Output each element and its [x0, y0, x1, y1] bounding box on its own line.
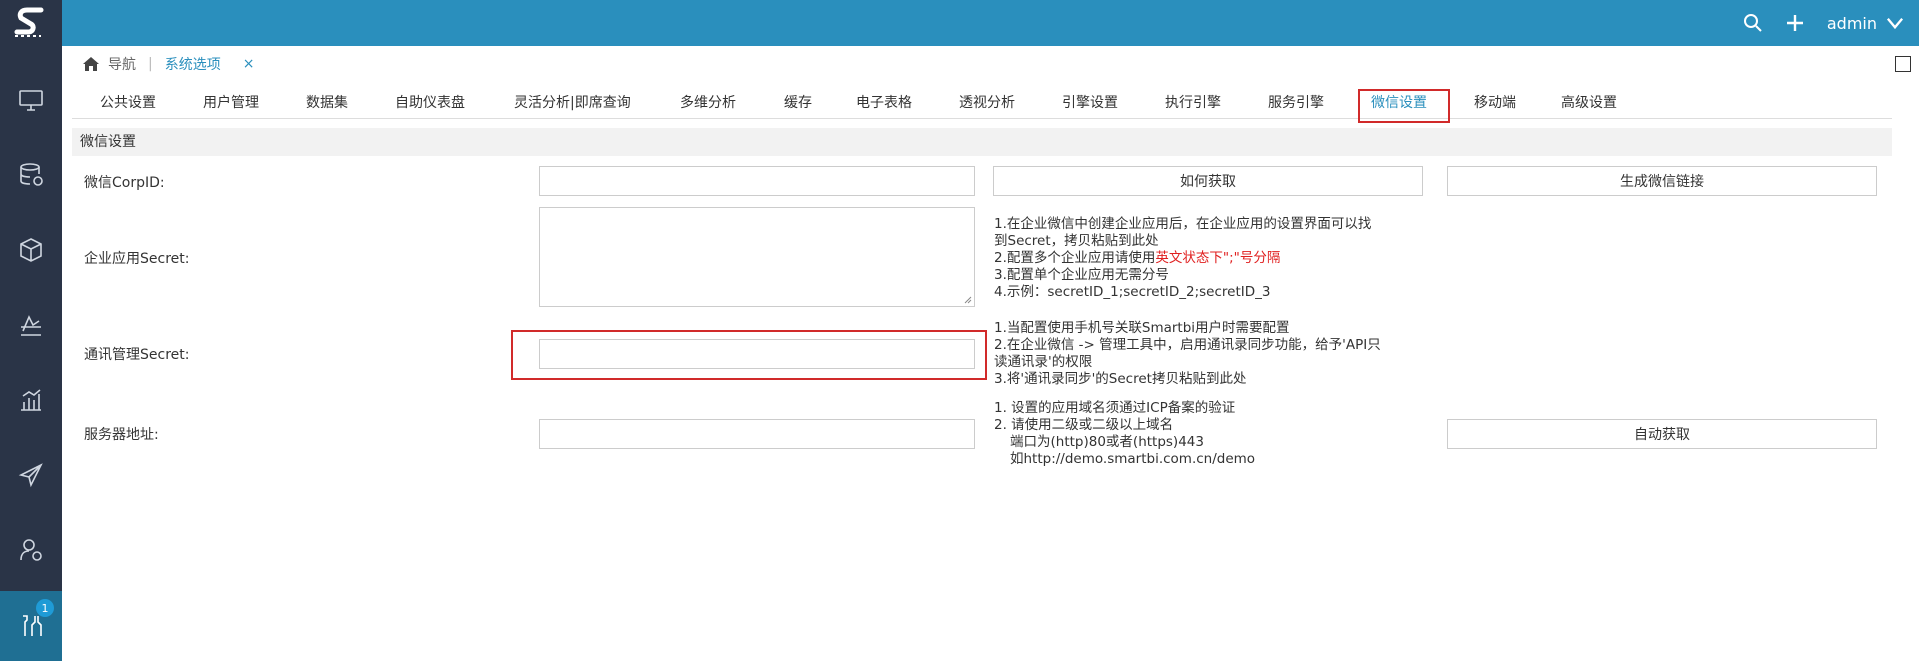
- bar-chart-icon[interactable]: [0, 370, 62, 430]
- tab-cache[interactable]: 缓存: [784, 88, 812, 118]
- logo-icon: [14, 7, 44, 37]
- home-icon[interactable]: [82, 56, 100, 72]
- database-icon[interactable]: [0, 145, 62, 205]
- notification-badge: 1: [36, 599, 54, 617]
- tab-advanced[interactable]: 高级设置: [1561, 88, 1617, 118]
- system-tools-icon[interactable]: 1: [0, 591, 62, 661]
- contact-secret-input[interactable]: [539, 339, 975, 369]
- chevron-down-icon: [1886, 17, 1904, 30]
- server-address-label: 服务器地址:: [84, 427, 159, 443]
- tab-engine-settings[interactable]: 引擎设置: [1062, 88, 1118, 118]
- username: admin: [1826, 13, 1877, 33]
- close-tab-icon[interactable]: ×: [243, 56, 255, 72]
- tab-mobile[interactable]: 移动端: [1474, 88, 1516, 118]
- app-secret-label: 企业应用Secret:: [84, 251, 190, 267]
- tab-service-engine[interactable]: 服务引擎: [1268, 88, 1324, 118]
- tab-public[interactable]: 公共设置: [100, 88, 156, 118]
- server-address-input[interactable]: [539, 419, 975, 449]
- auto-get-button[interactable]: 自动获取: [1447, 419, 1877, 449]
- corpid-input[interactable]: [539, 166, 975, 196]
- corpid-label: 微信CorpID:: [84, 175, 165, 191]
- breadcrumb: 导航 | 系统选项 ×: [82, 52, 254, 76]
- monitor-icon[interactable]: [0, 70, 62, 130]
- app-secret-textarea[interactable]: [539, 207, 975, 307]
- maximize-icon[interactable]: [1895, 56, 1911, 72]
- top-bar: admin: [62, 0, 1919, 46]
- user-settings-icon[interactable]: [0, 520, 62, 580]
- app-logo[interactable]: [0, 0, 62, 46]
- cube-icon[interactable]: [0, 220, 62, 280]
- tab-dashboard[interactable]: 自助仪表盘: [395, 88, 465, 118]
- sidebar: 1: [0, 0, 62, 661]
- how-to-get-button[interactable]: 如何获取: [993, 166, 1423, 196]
- app-secret-notes: 1.在企业微信中创建企业应用后，在企业应用的设置界面可以找 到Secret，拷贝…: [994, 216, 1372, 300]
- resize-handle-icon[interactable]: [964, 296, 972, 304]
- add-icon[interactable]: [1785, 13, 1805, 33]
- contact-secret-label: 通讯管理Secret:: [84, 347, 190, 363]
- tab-pivot[interactable]: 透视分析: [959, 88, 1015, 118]
- contact-secret-notes: 1.当配置使用手机号关联Smartbi用户时需要配置 2.在企业微信 -> 管理…: [994, 320, 1381, 387]
- generate-link-button[interactable]: 生成微信链接: [1447, 166, 1877, 196]
- tab-olap[interactable]: 多维分析: [680, 88, 736, 118]
- user-menu[interactable]: admin: [1827, 13, 1905, 33]
- tab-exec-engine[interactable]: 执行引擎: [1165, 88, 1221, 118]
- tab-flexible-analysis[interactable]: 灵活分析|即席查询: [514, 88, 631, 118]
- tab-spreadsheet[interactable]: 电子表格: [856, 88, 912, 118]
- settings-tabs: 公共设置 用户管理 数据集 自助仪表盘 灵活分析|即席查询 多维分析 缓存 电子…: [72, 88, 1892, 119]
- tab-highlight-box: [1358, 89, 1450, 123]
- send-icon[interactable]: [0, 445, 62, 505]
- breadcrumb-home[interactable]: 导航: [108, 54, 136, 74]
- server-notes: 1. 设置的应用域名须通过ICP备案的验证 2. 请使用二级或二级以上域名 端口…: [994, 400, 1256, 467]
- section-title: 微信设置: [72, 128, 1892, 156]
- search-icon[interactable]: [1743, 13, 1763, 33]
- analysis-icon[interactable]: [0, 295, 62, 355]
- breadcrumb-separator: |: [148, 56, 153, 72]
- breadcrumb-current[interactable]: 系统选项: [165, 54, 221, 74]
- tab-datasets[interactable]: 数据集: [306, 88, 348, 118]
- tab-users[interactable]: 用户管理: [203, 88, 259, 118]
